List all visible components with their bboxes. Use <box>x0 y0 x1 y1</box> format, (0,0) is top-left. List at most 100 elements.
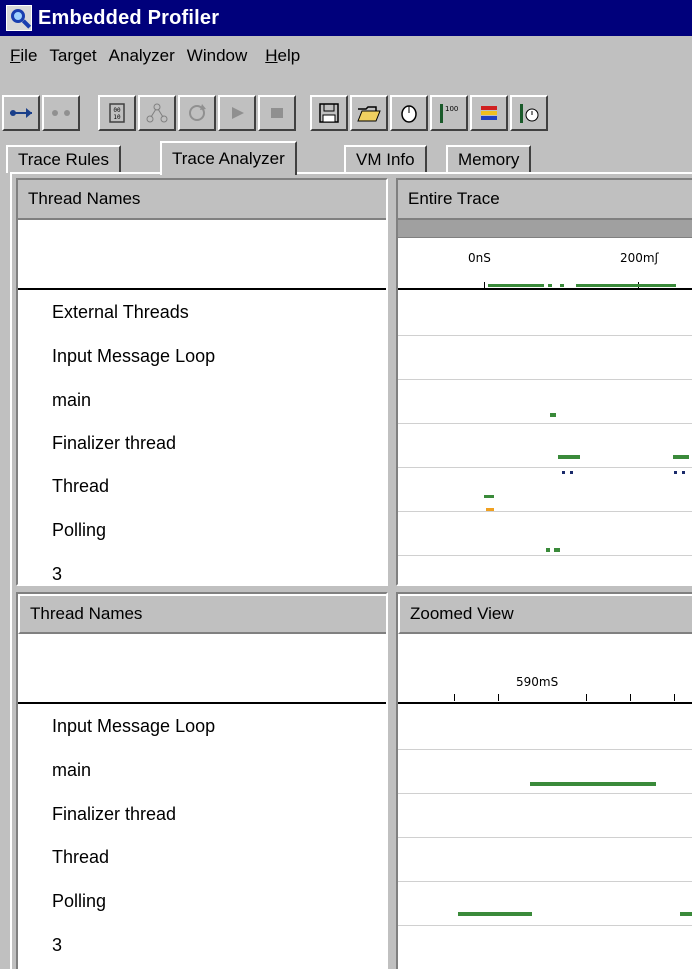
ruler-label-590ms: 590mS <box>516 675 559 689</box>
trace-segment <box>530 782 656 786</box>
hex-view-button[interactable]: 00 10 <box>98 95 136 131</box>
svg-text:100: 100 <box>445 105 458 113</box>
ruler-label-0ns: 0nS <box>468 251 491 265</box>
trace-segment <box>558 455 580 459</box>
list-item[interactable]: Polling <box>52 879 106 923</box>
trace-row <box>398 292 692 336</box>
menu-help[interactable]: Help <box>261 46 308 66</box>
zoomed-view-pane: Zoomed View 590mS <box>396 592 692 969</box>
tab-strip: Trace Rules Trace Analyzer VM Info Memor… <box>0 141 692 175</box>
trace-row <box>398 468 692 512</box>
trace-segment <box>554 548 560 552</box>
mouse-button[interactable] <box>390 95 428 131</box>
trace-row <box>398 882 692 926</box>
trace-segment <box>458 912 532 916</box>
tab-trace-rules[interactable]: Trace Rules <box>6 145 122 173</box>
ruler-tick <box>630 694 631 701</box>
trace-segment <box>550 413 556 417</box>
top-names-blank <box>18 220 386 290</box>
color-bars-icon <box>481 106 497 120</box>
top-thread-names-pane: Thread Names External Threads Input Mess… <box>16 178 388 586</box>
ruler-tick <box>454 694 455 701</box>
trace-segment <box>546 548 550 552</box>
trace-row <box>398 336 692 380</box>
list-item[interactable]: 3 <box>52 552 62 584</box>
zoomed-view-ruler[interactable]: 590mS <box>398 634 692 704</box>
mouse-icon <box>401 105 417 123</box>
trace-row <box>398 512 692 556</box>
disconnect-icon <box>52 110 70 116</box>
menu-window[interactable]: Window <box>183 46 255 66</box>
trace-segment <box>674 471 677 474</box>
play-icon <box>232 107 244 119</box>
bottom-thread-names-pane: Thread Names Input Message Loop main Fin… <box>16 592 388 969</box>
toolbar: 00 10 100 <box>0 95 692 135</box>
trace-analyzer-panel: Thread Names External Threads Input Mess… <box>10 172 692 969</box>
disconnect-button[interactable] <box>42 95 80 131</box>
bottom-names-blank <box>18 634 386 704</box>
menu-target[interactable]: Target <box>45 46 104 66</box>
ruler-tick <box>586 694 587 701</box>
ruler-label-200ms: 200mʃ <box>620 251 659 265</box>
list-item[interactable]: Input Message Loop <box>52 704 215 748</box>
list-item[interactable]: Thread <box>52 464 109 508</box>
trace-segment <box>570 471 573 474</box>
list-item[interactable]: 3 <box>52 923 62 967</box>
stop-button[interactable] <box>258 95 296 131</box>
color-bars-button[interactable] <box>470 95 508 131</box>
time-button[interactable] <box>510 95 548 131</box>
list-item[interactable]: Thread <box>52 835 109 879</box>
trace-segment <box>486 508 494 511</box>
tab-memory[interactable]: Memory <box>446 145 532 173</box>
trace-row <box>398 380 692 424</box>
refresh-icon <box>189 104 206 121</box>
open-folder-icon <box>357 106 381 122</box>
trace-segment <box>562 471 565 474</box>
menu-bar: File Target Analyzer Window Help <box>0 40 692 72</box>
ruler-strip <box>398 220 692 238</box>
connect-button[interactable] <box>2 95 40 131</box>
bottom-thread-names-header[interactable]: Thread Names <box>18 594 386 634</box>
menu-analyzer[interactable]: Analyzer <box>105 46 183 66</box>
trace-segment <box>576 284 676 287</box>
menu-file[interactable]: File <box>6 46 45 66</box>
save-icon <box>319 103 339 123</box>
flag-100-button[interactable]: 100 <box>430 95 468 131</box>
svg-text:00: 00 <box>113 107 121 114</box>
list-item[interactable]: Finalizer thread <box>52 421 176 465</box>
open-folder-button[interactable] <box>350 95 388 131</box>
play-button[interactable] <box>218 95 256 131</box>
top-thread-names-header[interactable]: Thread Names <box>18 180 386 220</box>
trace-segment <box>682 471 685 474</box>
trace-segment <box>680 912 692 916</box>
trace-row <box>398 424 692 468</box>
ruler-tick <box>498 694 499 701</box>
magnifier-icon[interactable] <box>6 5 32 31</box>
entire-trace-pane: Entire Trace 0nS 200mʃ <box>396 178 692 586</box>
entire-trace-ruler[interactable]: 0nS 200mʃ <box>398 220 692 290</box>
list-item[interactable]: main <box>52 748 91 792</box>
list-item[interactable]: main <box>52 378 91 422</box>
graph-icon <box>146 103 168 123</box>
entire-trace-header[interactable]: Entire Trace <box>398 180 692 220</box>
list-item[interactable]: Polling <box>52 508 106 552</box>
save-button[interactable] <box>310 95 348 131</box>
trace-row <box>398 750 692 794</box>
tab-vm-info[interactable]: VM Info <box>344 145 427 173</box>
ruler-tick <box>674 694 675 701</box>
refresh-button[interactable] <box>178 95 216 131</box>
list-item[interactable]: Input Message Loop <box>52 334 215 378</box>
list-item[interactable]: External Threads <box>52 290 189 334</box>
tab-trace-analyzer[interactable]: Trace Analyzer <box>160 141 297 175</box>
graph-button[interactable] <box>138 95 176 131</box>
trace-row <box>398 926 692 969</box>
hex-view-icon: 0010 <box>109 103 125 123</box>
zoomed-view-header[interactable]: Zoomed View <box>398 594 692 634</box>
ruler-tick <box>484 282 485 289</box>
trace-segment <box>673 455 689 459</box>
trace-row <box>398 794 692 838</box>
title-bar: Embedded Profiler <box>0 0 692 36</box>
time-icon <box>520 104 539 123</box>
flag-100-icon: 100 <box>440 104 458 123</box>
list-item[interactable]: Finalizer thread <box>52 792 176 836</box>
